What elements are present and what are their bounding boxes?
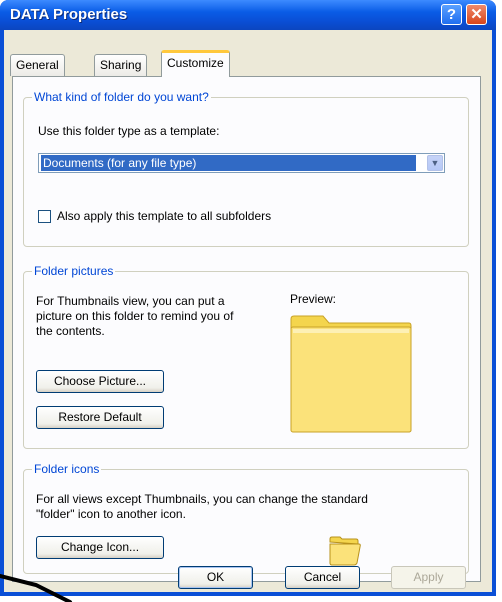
tab-customize[interactable]: Customize — [161, 50, 230, 77]
apply-subfolders-checkbox[interactable] — [38, 210, 51, 223]
icons-description-line-1: For all views except Thumbnails, you can… — [36, 492, 368, 506]
question-mark-icon: ? — [446, 6, 457, 23]
restore-default-button[interactable]: Restore Default — [36, 406, 164, 429]
tab-general-label: General — [16, 58, 59, 72]
folder-pictures-group: Folder pictures For Thumbnails view, you… — [23, 264, 469, 449]
apply-button[interactable]: Apply — [391, 566, 466, 589]
properties-window: DATA Properties ? ✕ General Sharing Cust… — [0, 0, 496, 596]
tab-customize-label: Customize — [167, 56, 224, 70]
folder-type-dropdown[interactable]: Documents (for any file type) ▼ — [38, 153, 445, 173]
window-title: DATA Properties — [10, 6, 128, 23]
folder-icon — [329, 536, 361, 566]
template-label: Use this folder type as a template: — [38, 124, 220, 138]
pictures-description-line-1: For Thumbnails view, you can put a — [36, 294, 225, 308]
customize-panel: What kind of folder do you want? Use thi… — [12, 76, 481, 582]
dialog-client-area: General Sharing Customize What kind of f… — [4, 30, 492, 592]
folder-type-group: What kind of folder do you want? Use thi… — [23, 90, 469, 247]
tab-sharing-label: Sharing — [100, 58, 142, 72]
folder-type-legend: What kind of folder do you want? — [32, 90, 211, 104]
close-icon: ✕ — [470, 6, 483, 23]
tab-general[interactable]: General — [10, 54, 65, 76]
chevron-down-icon[interactable]: ▼ — [427, 155, 443, 171]
folder-icons-group: Folder icons For all views except Thumbn… — [23, 462, 469, 574]
title-bar[interactable]: DATA Properties ? ✕ — [0, 0, 496, 30]
tab-sharing[interactable]: Sharing — [94, 54, 148, 76]
cancel-button[interactable]: Cancel — [285, 566, 360, 589]
folder-type-selected: Documents (for any file type) — [41, 155, 416, 171]
apply-subfolders-label: Also apply this template to all subfolde… — [57, 209, 272, 223]
pictures-description-line-2: picture on this folder to remind you of — [36, 309, 234, 323]
folder-preview-icon — [290, 315, 412, 433]
pictures-description-line-3: the contents. — [36, 324, 105, 338]
folder-icons-legend: Folder icons — [32, 462, 102, 476]
folder-pictures-legend: Folder pictures — [32, 264, 116, 278]
choose-picture-button[interactable]: Choose Picture... — [36, 370, 164, 393]
close-button[interactable]: ✕ — [466, 4, 487, 25]
preview-label: Preview: — [290, 292, 337, 306]
ok-button[interactable]: OK — [178, 566, 253, 589]
help-button[interactable]: ? — [441, 4, 462, 25]
change-icon-button[interactable]: Change Icon... — [36, 536, 164, 559]
icons-description-line-2: "folder" icon to another icon. — [36, 507, 186, 521]
